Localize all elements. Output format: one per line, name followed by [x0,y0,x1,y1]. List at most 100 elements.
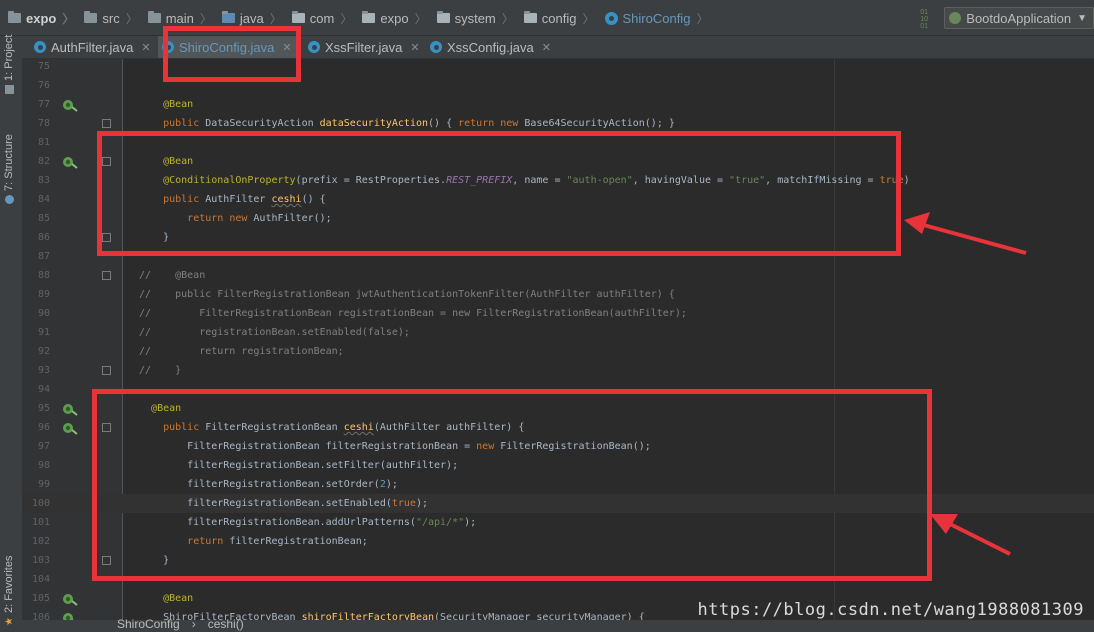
line-number: 87 [37,251,50,262]
line-number: 105 [31,593,50,604]
line-number: 106 [31,612,50,620]
line-number: 90 [37,308,50,319]
package-icon [436,11,450,23]
tool-tab-project[interactable]: 1: Project [3,35,15,94]
class-icon [34,41,46,53]
tool-tab-label: 7: Structure [3,134,15,191]
line-number: 78 [37,118,50,129]
breadcrumb: expo 〉 src 〉 main 〉 java 〉 com 〉 expo 〉 [8,0,718,36]
fold-marker-icon[interactable] [102,119,111,128]
close-icon[interactable]: ✕ [542,41,551,54]
line-number: 83 [37,175,50,186]
bean-gutter-icon[interactable] [62,591,78,606]
code-text: @Bean [163,99,194,110]
chevron-right-icon: 〉 [199,11,212,26]
editor-breadcrumb-bar: ShiroConfig › ceshi() [22,617,1094,632]
code-breadcrumb: ShiroConfig › ceshi() [117,617,256,631]
code-line[interactable]: 91 // registrationBean.setEnabled(false); [22,323,1094,342]
line-number: 104 [31,574,50,585]
tab-label: XssFilter.java [325,39,403,55]
breadcrumb-item-expo-project[interactable]: expo 〉 [8,10,80,27]
line-number: 92 [37,346,50,357]
bean-gutter-icon[interactable] [62,401,78,416]
line-number: 75 [37,61,50,72]
code-breadcrumb-class[interactable]: ShiroConfig [117,617,180,631]
project-folder-icon [8,11,21,23]
project-icon [4,85,14,94]
line-number: 82 [37,156,50,167]
chevron-right-icon: 〉 [501,11,514,26]
code-line[interactable]: 89 // public FilterRegistrationBean jwtAu… [22,285,1094,304]
breadcrumb-label: java [239,10,264,26]
code-text: // } [139,365,182,376]
breadcrumb-item-com[interactable]: com 〉 [291,10,359,27]
tool-tab-label: 1: Project [3,34,15,81]
chevron-right-icon: 〉 [696,11,709,26]
line-number: 103 [31,555,50,566]
run-configuration-select[interactable]: BootdoApplication ▼ [944,7,1094,29]
breadcrumb-item-expo[interactable]: expo 〉 [362,10,432,27]
breadcrumb-label: system [454,10,496,26]
line-number: 97 [37,441,50,452]
highlight-box-filter-registration [92,389,932,581]
breadcrumb-label: ShiroConfig [622,10,691,26]
line-number: 84 [37,194,50,205]
close-icon[interactable]: ✕ [141,41,150,54]
class-icon [430,41,442,53]
class-icon [308,41,320,53]
code-text: // registrationBean.setEnabled(false); [139,327,410,338]
close-icon[interactable]: ✕ [410,41,419,54]
tab-xssconfig[interactable]: XssConfig.java ✕ [426,36,554,58]
chevron-right-icon: 〉 [414,11,427,26]
code-text: // @Bean [139,270,206,281]
bean-gutter-icon[interactable] [62,420,78,435]
tab-xssfilter[interactable]: XssFilter.java ✕ [304,36,420,58]
code-line[interactable]: 88 // @Bean [22,266,1094,285]
breadcrumb-label: main [165,10,194,26]
tool-tab-structure[interactable]: 7: Structure [3,134,15,204]
line-number: 88 [37,270,50,281]
line-number: 95 [37,403,50,414]
run-configuration-label: BootdoApplication [966,10,1072,26]
line-number: 76 [37,80,50,91]
line-number: 86 [37,232,50,243]
tool-tab-favorites[interactable]: ★ 2: Favorites [3,556,15,626]
line-number: 100 [31,498,50,509]
bean-gutter-icon[interactable] [62,97,78,112]
folder-icon [84,11,98,23]
code-line[interactable]: 77 @Bean [22,95,1094,114]
bean-gutter-icon[interactable] [62,610,78,620]
left-tool-window-strip: 1: Project 7: Structure ★ 2: Favorites [0,35,23,632]
code-text: // FilterRegistrationBean registrationBe… [139,308,687,319]
line-number: 102 [31,536,50,547]
code-line[interactable]: 92 // return registrationBean; [22,342,1094,361]
fold-marker-icon[interactable] [102,271,111,280]
line-number: 98 [37,460,50,471]
tab-label: XssConfig.java [447,39,534,55]
run-toolbar: 01 10 01 BootdoApplication ▼ [920,7,1094,30]
breadcrumb-item-config[interactable]: config 〉 [523,10,601,27]
chevron-right-icon: 〉 [269,11,282,26]
breadcrumb-item-shiroconfig[interactable]: ShiroConfig 〉 [604,10,715,27]
package-icon [523,11,537,23]
breadcrumb-item-main[interactable]: main 〉 [147,10,218,27]
star-icon: ★ [3,617,15,626]
fold-marker-icon[interactable] [102,366,111,375]
breadcrumb-item-src[interactable]: src 〉 [84,10,143,27]
code-breadcrumb-method[interactable]: ceshi() [208,617,244,631]
line-number: 101 [31,517,50,528]
chevron-right-icon: 〉 [62,11,75,26]
code-line[interactable]: 93 // } [22,361,1094,380]
code-text: // return registrationBean; [139,346,344,357]
breadcrumb-item-system[interactable]: system 〉 [436,10,520,27]
line-number: 85 [37,213,50,224]
breadcrumb-label: expo [26,10,57,26]
code-line[interactable]: 90 // FilterRegistrationBean registration… [22,304,1094,323]
chevron-right-icon: › [191,617,196,631]
chevron-right-icon: 〉 [582,11,595,26]
binary-file-icon[interactable]: 01 10 01 [920,9,934,30]
bean-gutter-icon[interactable] [62,154,78,169]
breadcrumb-item-java[interactable]: java 〉 [221,10,288,27]
tab-authfilter[interactable]: AuthFilter.java ✕ [30,36,158,58]
source-folder-icon [221,11,235,23]
